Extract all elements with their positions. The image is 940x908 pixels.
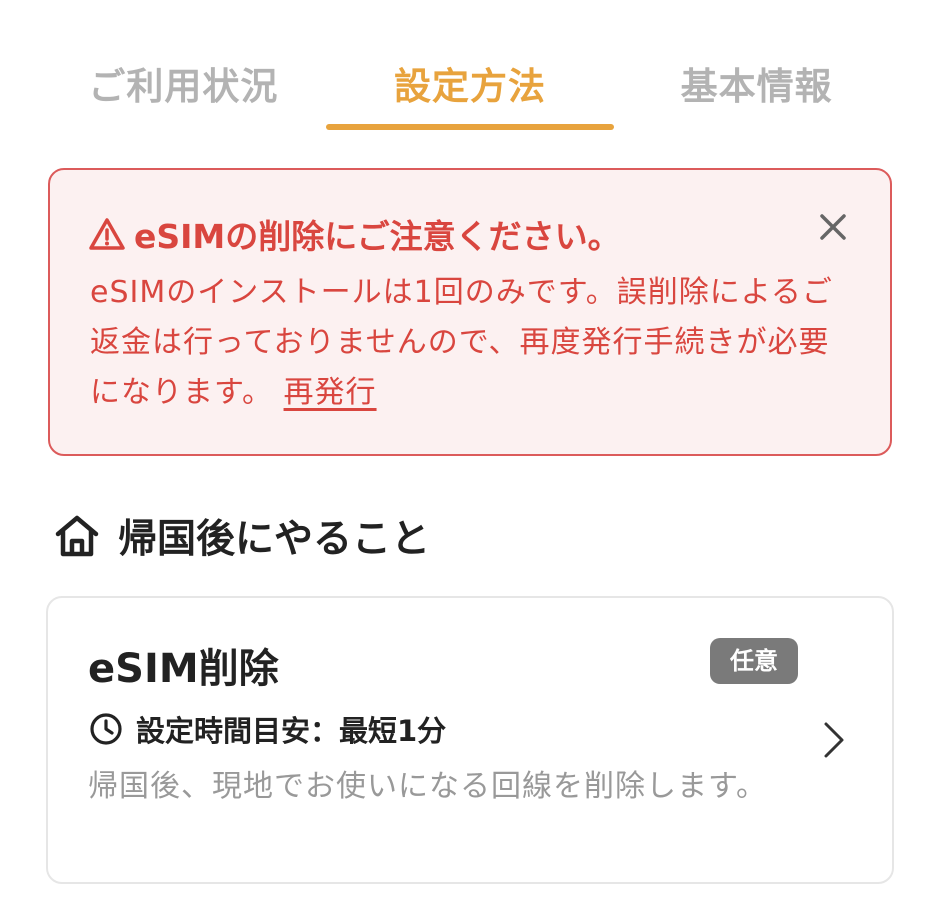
time-estimate: 設定時間目安：最短1分 <box>88 708 446 750</box>
time-estimate-label: 設定時間目安：最短1分 <box>136 714 447 748</box>
tab-basic-info[interactable]: 基本情報 <box>613 40 900 130</box>
section-title: 帰国後にやること <box>118 517 431 562</box>
tab-usage[interactable]: ご利用状況 <box>40 40 327 130</box>
page: ご利用状況 設定方法 基本情報 eSIMの削除にご注意ください。 eSIMのイン… <box>0 0 940 908</box>
active-tab-indicator <box>326 124 614 130</box>
clock-icon <box>90 713 122 745</box>
warning-icon <box>89 218 125 250</box>
reissue-link[interactable]: 再発行 <box>284 375 377 410</box>
alert-header: eSIMの削除にご注意ください。 <box>88 210 621 258</box>
card-title: eSIM削除 <box>88 646 279 692</box>
close-icon[interactable] <box>816 210 850 244</box>
section-header: 帰国後にやること <box>52 508 430 564</box>
esim-delete-card[interactable]: eSIM削除 任意 設定時間目安：最短1分 帰国後、現地でお使いになる回線を削除… <box>46 596 894 884</box>
chevron-right-icon <box>824 722 844 758</box>
alert-body: eSIMのインストールは1回のみです。誤削除によるご返金は行っておりませんので、… <box>90 268 860 418</box>
card-description: 帰国後、現地でお使いになる回線を削除します。 <box>88 769 767 804</box>
delete-warning-alert: eSIMの削除にご注意ください。 eSIMのインストールは1回のみです。誤削除に… <box>48 168 892 456</box>
alert-message: eSIMのインストールは1回のみです。誤削除によるご返金は行っておりませんので、… <box>90 275 833 410</box>
optional-badge: 任意 <box>710 638 798 684</box>
tab-bar: ご利用状況 設定方法 基本情報 <box>40 40 900 130</box>
tab-setup[interactable]: 設定方法 <box>327 40 614 130</box>
alert-title: eSIMの削除にご注意ください。 <box>134 217 621 256</box>
home-icon <box>55 515 99 557</box>
